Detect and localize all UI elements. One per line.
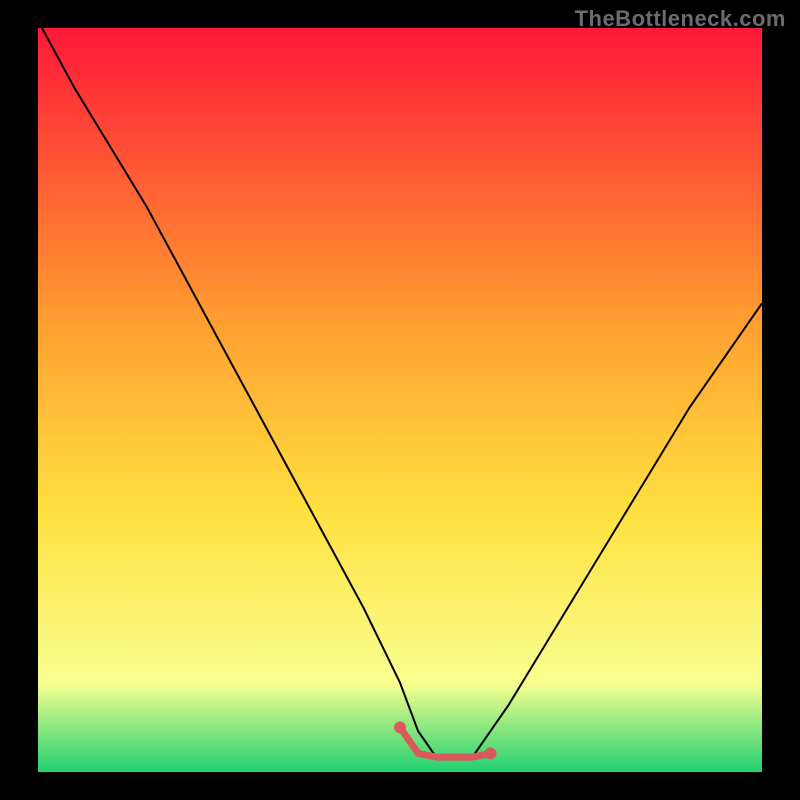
flat-right-end bbox=[485, 747, 497, 759]
bottleneck-chart bbox=[0, 0, 800, 800]
chart-frame: TheBottleneck.com bbox=[0, 0, 800, 800]
flat-left-end bbox=[394, 721, 406, 733]
plot-background bbox=[38, 28, 762, 772]
watermark-text: TheBottleneck.com bbox=[575, 6, 786, 32]
